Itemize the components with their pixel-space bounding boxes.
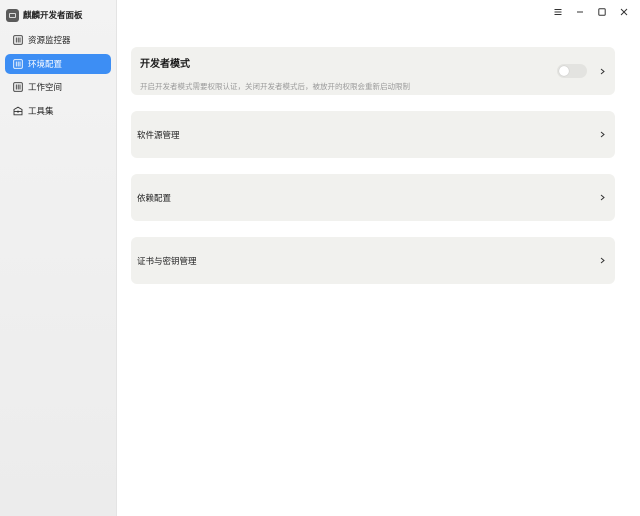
window-controls bbox=[550, 0, 640, 24]
developer-mode-title: 开发者模式 bbox=[140, 59, 190, 70]
app-window: 麒麟开发者面板 资源监控器 环境配置 工作空间 工具集 开发者模式 开启开发者模… bbox=[0, 0, 640, 516]
close-icon bbox=[620, 8, 628, 16]
sidebar-item-toolset[interactable]: 工具集 bbox=[5, 101, 111, 121]
minimize-icon bbox=[577, 11, 583, 13]
sidebar-item-label: 工作空间 bbox=[28, 83, 63, 93]
sidebar-nav: 资源监控器 环境配置 工作空间 工具集 bbox=[0, 30, 116, 121]
sidebar-item-label: 资源监控器 bbox=[28, 36, 71, 46]
app-logo-icon bbox=[6, 8, 19, 22]
row-label: 软件源管理 bbox=[137, 130, 180, 141]
menu-button[interactable] bbox=[550, 4, 566, 20]
workspace-icon bbox=[13, 82, 23, 92]
sidebar-item-workspace[interactable]: 工作空间 bbox=[5, 77, 111, 97]
maximize-icon bbox=[598, 8, 606, 16]
chevron-right-icon bbox=[600, 68, 605, 74]
settings-row-software-source[interactable]: 软件源管理 bbox=[131, 111, 615, 158]
developer-mode-toggle[interactable] bbox=[557, 64, 587, 78]
chevron-right-icon bbox=[597, 193, 607, 203]
sidebar-item-resource-monitor[interactable]: 资源监控器 bbox=[5, 30, 111, 50]
developer-mode-expand-button[interactable] bbox=[597, 66, 607, 76]
sidebar-item-environment-config[interactable]: 环境配置 bbox=[5, 53, 111, 74]
settings-row-dependency-config[interactable]: 依赖配置 bbox=[131, 174, 615, 221]
settings-list: 开发者模式 开启开发者模式需要权限认证，关闭开发者模式后，被放开的权限会重新启动… bbox=[131, 47, 615, 300]
chevron-right-icon bbox=[597, 130, 607, 140]
toggle-knob bbox=[559, 66, 569, 76]
maximize-button[interactable] bbox=[594, 4, 610, 20]
sidebar: 麒麟开发者面板 资源监控器 环境配置 工作空间 工具集 bbox=[0, 0, 117, 516]
settings-row-certificate-key[interactable]: 证书与密钥管理 bbox=[131, 237, 615, 284]
app-header: 麒麟开发者面板 bbox=[0, 0, 116, 24]
close-button[interactable] bbox=[616, 4, 632, 20]
app-title: 麒麟开发者面板 bbox=[23, 11, 83, 21]
toolbox-icon bbox=[13, 106, 23, 116]
settings-panel-icon bbox=[13, 58, 23, 69]
sidebar-item-label: 工具集 bbox=[28, 106, 54, 117]
sidebar-item-label: 环境配置 bbox=[28, 59, 63, 70]
row-label: 依赖配置 bbox=[137, 193, 172, 204]
menu-icon bbox=[554, 9, 562, 15]
monitor-icon bbox=[13, 35, 23, 45]
developer-mode-description: 开启开发者模式需要权限认证，关闭开发者模式后，被放开的权限会重新启动限制 bbox=[140, 82, 410, 91]
main-panel: 开发者模式 开启开发者模式需要权限认证，关闭开发者模式后，被放开的权限会重新启动… bbox=[117, 0, 640, 516]
chevron-right-icon bbox=[597, 256, 607, 266]
developer-mode-card: 开发者模式 开启开发者模式需要权限认证，关闭开发者模式后，被放开的权限会重新启动… bbox=[131, 47, 615, 95]
minimize-button[interactable] bbox=[572, 4, 588, 20]
row-label: 证书与密钥管理 bbox=[137, 256, 197, 267]
